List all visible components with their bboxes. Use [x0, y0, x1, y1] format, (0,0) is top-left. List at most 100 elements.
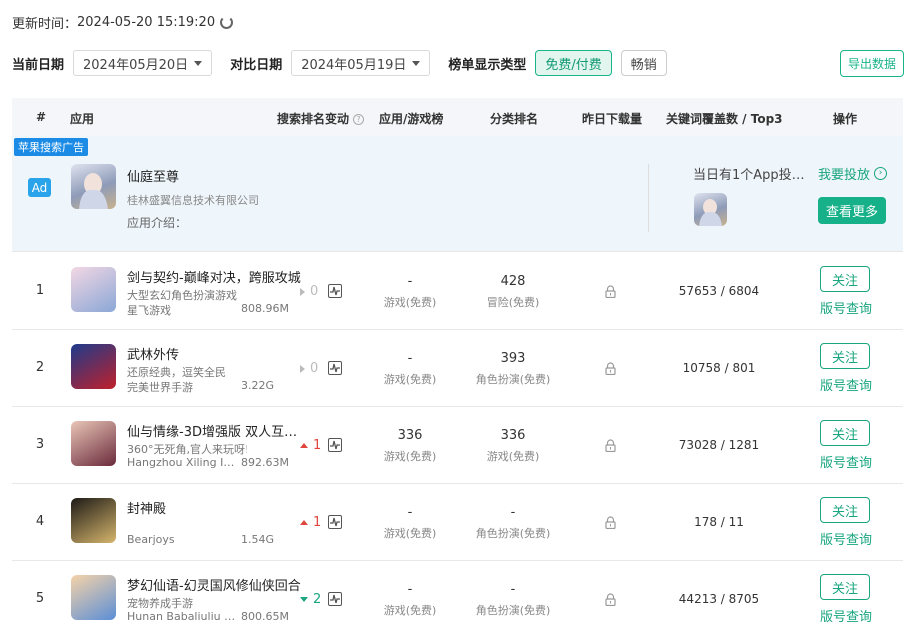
app-game-chart-value: -	[407, 582, 413, 597]
lock-icon[interactable]	[605, 516, 616, 530]
col-app: 应用	[70, 112, 95, 126]
app-developer: Hunan Babaliuliu Network Technology	[127, 610, 239, 623]
type-grossing-button[interactable]: 畅销	[620, 50, 667, 76]
col-keyword-coverage: 关键词覆盖数 / Top3	[666, 112, 783, 126]
app-icon[interactable]	[71, 164, 116, 209]
view-more-button[interactable]: 查看更多	[818, 197, 886, 224]
arrow-right-icon	[300, 364, 305, 373]
app-game-chart-sub: 游戏(免费)	[383, 450, 437, 463]
filter-bar: 当前日期 2024年05月20日 对比日期 2024年05月19日 榜单显示类型…	[12, 50, 667, 76]
keyword-coverage: 73028 / 1281	[678, 438, 760, 452]
app-name[interactable]: 仙与情缘-3D增强版 双人互动修仙	[127, 421, 302, 440]
update-time-label: 更新时间：	[12, 17, 78, 32]
arrow-right-icon	[300, 287, 305, 296]
rank: 2	[35, 360, 45, 375]
arrow-down-icon	[300, 597, 308, 602]
category-rank-value: 336	[500, 428, 526, 443]
app-game-chart-value: -	[407, 505, 413, 520]
rank: 5	[35, 591, 45, 606]
keyword-coverage: 10758 / 801	[682, 361, 756, 375]
trend-chart-icon[interactable]	[328, 515, 342, 529]
chart-type-label: 榜单显示类型	[448, 57, 527, 73]
chevron-down-icon	[194, 60, 203, 66]
rank-change-value: 0	[310, 361, 319, 376]
keyword-coverage: 44213 / 8705	[678, 592, 760, 606]
app-developer: Hangzhou Xiling Information Technology	[127, 456, 239, 469]
col-actions: 操作	[833, 112, 858, 126]
app-game-chart-value: -	[407, 274, 413, 289]
category-rank-value: -	[510, 582, 516, 597]
ad-badge: Ad	[28, 178, 51, 197]
app-icon[interactable]	[71, 267, 116, 312]
app-name[interactable]: 封神殿	[127, 498, 302, 517]
app-size: 808.96M	[241, 302, 289, 315]
version-query-link[interactable]: 版号查询	[820, 606, 872, 625]
version-query-link[interactable]: 版号查询	[820, 298, 872, 317]
app-desc: 大型玄幻角色扮演游戏	[127, 289, 237, 302]
version-query-link[interactable]: 版号查询	[820, 529, 872, 548]
trend-chart-icon[interactable]	[328, 361, 342, 375]
update-time-value: 2024-05-20 15:19:20	[77, 15, 216, 30]
app-desc: 宠物养成手游	[127, 597, 193, 610]
version-query-link[interactable]: 版号查询	[820, 375, 872, 394]
app-developer: Bearjoys	[127, 533, 175, 546]
app-name[interactable]: 武林外传	[127, 344, 302, 363]
trend-chart-icon[interactable]	[328, 592, 342, 606]
search-ad-tag: 苹果搜索广告	[14, 138, 88, 156]
follow-button[interactable]: 关注	[820, 420, 870, 446]
current-date-select[interactable]: 2024年05月20日	[73, 50, 213, 76]
type-free-paid-button[interactable]: 免费/付费	[535, 50, 612, 76]
compare-date-value: 2024年05月19日	[301, 57, 407, 73]
category-rank-sub: 角色扮演(免费)	[475, 373, 551, 386]
ad-app-thumb-icon[interactable]	[694, 193, 727, 226]
follow-button[interactable]: 关注	[820, 266, 870, 292]
follow-button[interactable]: 关注	[820, 343, 870, 369]
compare-date-select[interactable]: 2024年05月19日	[291, 50, 431, 76]
arrow-up-icon	[300, 443, 308, 448]
help-icon[interactable]: ?	[353, 114, 365, 125]
col-yesterday-downloads: 昨日下载量	[582, 112, 643, 126]
category-rank-sub: 角色扮演(免费)	[475, 527, 551, 540]
category-rank-sub: 角色扮演(免费)	[475, 604, 551, 617]
category-rank-sub: 冒险(免费)	[486, 296, 540, 309]
follow-button[interactable]: 关注	[820, 497, 870, 523]
refresh-icon[interactable]	[220, 16, 234, 29]
table-row: 1 剑与契约-巅峰对决，跨服攻城 大型玄幻角色扮演游戏 星飞游戏 808.96M…	[12, 253, 903, 330]
invest-link[interactable]: 我要投放 ›	[818, 164, 888, 183]
table-row: 5 梦幻仙语-幻灵国风修仙侠回合 宠物养成手游 Hunan Babaliuliu…	[12, 561, 903, 628]
lock-icon[interactable]	[605, 593, 616, 607]
lock-icon[interactable]	[605, 362, 616, 376]
version-query-link[interactable]: 版号查询	[820, 452, 872, 471]
chevron-right-icon: ›	[874, 167, 888, 180]
app-game-chart-value: -	[407, 351, 413, 366]
keyword-coverage: 178 / 11	[694, 515, 744, 529]
table-row: 2 武林外传 还原经典，逗笑全民 完美世界手游 3.22G 0 - 游戏(免费)…	[12, 330, 903, 407]
app-size: 3.22G	[241, 379, 275, 392]
app-icon[interactable]	[71, 344, 116, 389]
app-size: 892.63M	[241, 456, 289, 469]
trend-chart-icon[interactable]	[328, 438, 342, 452]
export-button[interactable]: 导出数据	[840, 50, 904, 77]
col-category-rank: 分类排名	[490, 112, 539, 126]
compare-date-label: 对比日期	[230, 57, 283, 73]
app-game-chart-value: 336	[397, 428, 423, 443]
app-icon[interactable]	[71, 575, 116, 620]
category-rank-value: 428	[500, 274, 526, 289]
rank-change: 1	[300, 515, 321, 530]
app-name[interactable]: 梦幻仙语-幻灵国风修仙侠回合	[127, 575, 302, 594]
table-row: 3 仙与情缘-3D增强版 双人互动修仙 360°无死角,官人来玩呀! Hangz…	[12, 407, 903, 484]
rank-change-value: 1	[313, 438, 322, 453]
table-header: # 应用 搜索排名变动? 应用/游戏榜 分类排名 昨日下载量 关键词覆盖数 / …	[12, 98, 903, 136]
app-icon[interactable]	[71, 421, 116, 466]
app-icon[interactable]	[71, 498, 116, 543]
follow-button[interactable]: 关注	[820, 574, 870, 600]
lock-icon[interactable]	[605, 285, 616, 299]
rank-change-value: 0	[310, 284, 319, 299]
trend-chart-icon[interactable]	[328, 284, 342, 298]
app-name[interactable]: 剑与契约-巅峰对决，跨服攻城	[127, 267, 302, 286]
chevron-down-icon	[412, 60, 421, 66]
rank-change-value: 1	[313, 515, 322, 530]
app-desc: 360°无死角,官人来玩呀!	[127, 443, 247, 456]
lock-icon[interactable]	[605, 439, 616, 453]
ad-app-name[interactable]: 仙庭至尊	[127, 166, 179, 185]
